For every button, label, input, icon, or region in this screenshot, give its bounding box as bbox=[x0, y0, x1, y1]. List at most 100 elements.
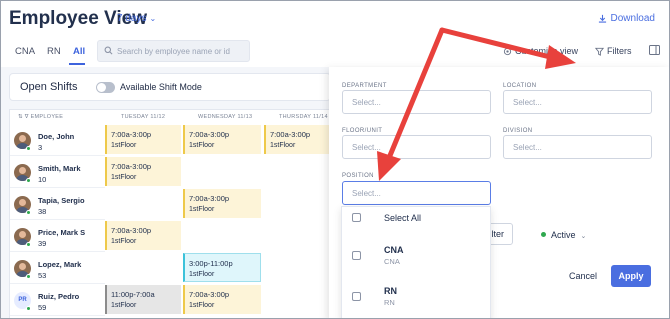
shift-location: 1stFloor bbox=[270, 142, 296, 149]
location-select[interactable]: Select... bbox=[503, 90, 652, 114]
division-select[interactable]: Select... bbox=[503, 135, 652, 159]
shift-block[interactable]: 7:00a-3:00p 1stFloor bbox=[105, 157, 181, 186]
shift-time: 7:00a-3:00p bbox=[189, 194, 230, 203]
filter-small-icon: ∇ bbox=[24, 114, 29, 120]
filters-button[interactable]: Filters bbox=[594, 46, 632, 56]
cancel-button[interactable]: Cancel bbox=[569, 271, 597, 281]
online-status-dot bbox=[26, 178, 31, 183]
active-status-dot bbox=[541, 232, 546, 237]
rn-checkbox[interactable] bbox=[352, 292, 361, 301]
shift-time: 3:00p-11:00p bbox=[189, 259, 233, 268]
filter-icon bbox=[594, 47, 605, 56]
position-dropdown-menu: Select All CNA CNA RN RN bbox=[341, 206, 491, 318]
tab-cna[interactable]: CNA bbox=[15, 46, 35, 57]
shift-block[interactable]: 7:00a-3:00p 1stFloor bbox=[183, 285, 261, 314]
customize-view-button[interactable]: Customize view bbox=[503, 46, 578, 56]
floor-unit-label: FLOOR/UNIT bbox=[342, 128, 383, 134]
employee-name[interactable]: Price, Mark S bbox=[38, 228, 85, 237]
option-label: RN bbox=[384, 286, 397, 296]
shift-block[interactable]: 7:00a-3:00p 1stFloor bbox=[105, 221, 181, 250]
shift-time: 7:00a-3:00p bbox=[111, 130, 152, 139]
location-label: LOCATION bbox=[503, 83, 537, 89]
shift-block[interactable]: 7:00a-3:00p 1stFloor bbox=[183, 125, 261, 154]
tab-all[interactable]: All bbox=[73, 46, 85, 57]
available-shift-mode-toggle[interactable] bbox=[96, 82, 115, 93]
avatar-head bbox=[19, 167, 26, 174]
avatar-head bbox=[19, 231, 26, 238]
search-icon bbox=[104, 46, 113, 55]
search-box[interactable] bbox=[97, 40, 250, 62]
option-select-all[interactable]: Select All bbox=[342, 207, 490, 231]
employee-row[interactable]: Smith, Mark 10 bbox=[10, 156, 105, 188]
department-label: DEPARTMENT bbox=[342, 83, 387, 89]
employee-name[interactable]: Ruiz, Pedro bbox=[38, 292, 79, 301]
cna-checkbox[interactable] bbox=[352, 251, 361, 260]
position-select[interactable]: Select... bbox=[342, 181, 491, 205]
online-status-dot bbox=[26, 306, 31, 311]
shift-block[interactable]: 7:00a-3:00p 1stFloor bbox=[264, 125, 330, 154]
day-header-tuesday: TUESDAY 11/12 bbox=[121, 114, 166, 120]
employee-row[interactable]: Price, Mark S 39 bbox=[10, 220, 105, 252]
filter-ghost-label: lter bbox=[491, 229, 504, 239]
date-range-dropdown[interactable]: 7 days ⌄ bbox=[117, 13, 156, 24]
option-rn[interactable]: RN RN bbox=[342, 279, 490, 313]
employee-row[interactable]: PR Ruiz, Pedro 59 bbox=[10, 284, 105, 316]
division-label: DIVISION bbox=[503, 128, 533, 134]
employee-row[interactable]: Doe, John 3 bbox=[10, 124, 105, 156]
sort-icon: ⇅ bbox=[18, 114, 23, 120]
department-select[interactable]: Select... bbox=[342, 90, 491, 114]
online-status-dot bbox=[26, 274, 31, 279]
download-label: Download bbox=[610, 13, 655, 24]
open-shifts-title: Open Shifts bbox=[20, 81, 78, 93]
employee-row[interactable]: Lopez, Mark 53 bbox=[10, 252, 105, 284]
chevron-down-icon: ⌄ bbox=[149, 14, 157, 23]
shift-time: 7:00a-3:00p bbox=[270, 130, 311, 139]
floor-unit-select[interactable]: Select... bbox=[342, 135, 491, 159]
open-shifts-card: Open Shifts Available Shift Mode bbox=[9, 73, 331, 101]
employee-number: 53 bbox=[38, 271, 47, 280]
side-panel-icon[interactable] bbox=[649, 45, 660, 55]
download-icon bbox=[598, 14, 606, 23]
employee-number: 39 bbox=[38, 239, 47, 248]
active-tab-indicator bbox=[69, 63, 85, 65]
shift-location: 1stFloor bbox=[111, 142, 137, 149]
shift-block[interactable]: 11:00p-7:00a 1stFloor bbox=[105, 285, 181, 314]
employee-number: 3 bbox=[38, 143, 43, 152]
employee-name[interactable]: Doe, John bbox=[38, 132, 74, 141]
employee-name[interactable]: Lopez, Mark bbox=[38, 260, 81, 269]
online-status-dot bbox=[26, 146, 31, 151]
shift-time: 7:00a-3:00p bbox=[189, 130, 230, 139]
shift-time: 7:00a-3:00p bbox=[189, 290, 230, 299]
option-label: CNA bbox=[384, 245, 404, 255]
avatar-head bbox=[19, 263, 26, 270]
tab-rn[interactable]: RN bbox=[47, 46, 61, 57]
online-status-dot bbox=[26, 242, 31, 247]
employee-row[interactable]: Tapia, Sergio 38 bbox=[10, 188, 105, 220]
shift-block[interactable]: 7:00a-3:00p 1stFloor bbox=[105, 125, 181, 154]
position-label: POSITION bbox=[342, 173, 374, 179]
online-status-dot bbox=[26, 210, 31, 215]
shift-block[interactable]: 7:00a-3:00p 1stFloor bbox=[183, 189, 261, 218]
select-all-checkbox[interactable] bbox=[352, 213, 361, 222]
employee-name[interactable]: Smith, Mark bbox=[38, 164, 81, 173]
page-header: Employee View 7 days ⌄ Download bbox=[1, 1, 669, 37]
employee-number: 59 bbox=[38, 303, 47, 312]
location-placeholder: Select... bbox=[513, 98, 542, 107]
option-sublabel: CNA bbox=[384, 257, 400, 266]
shift-location: 1stFloor bbox=[111, 302, 137, 309]
option-cna[interactable]: CNA CNA bbox=[342, 237, 490, 271]
floor-unit-placeholder: Select... bbox=[352, 143, 381, 152]
app-window: Employee View 7 days ⌄ Download CNA RN Al… bbox=[0, 0, 670, 319]
toolbar: CNA RN All Customize view Filters bbox=[1, 37, 669, 67]
shift-block[interactable]: 3:00p-11:00p 1stFloor bbox=[183, 253, 261, 282]
division-placeholder: Select... bbox=[513, 143, 542, 152]
employee-column-header[interactable]: ⇅ ∇ EMPLOYEE bbox=[18, 114, 63, 120]
download-button[interactable]: Download bbox=[598, 13, 655, 24]
employee-number: 10 bbox=[38, 175, 47, 184]
shift-location: 1stFloor bbox=[189, 271, 215, 278]
option-label: Select All bbox=[384, 213, 422, 223]
employee-name[interactable]: Tapia, Sergio bbox=[38, 196, 85, 205]
apply-button[interactable]: Apply bbox=[611, 265, 651, 287]
search-input[interactable] bbox=[117, 44, 247, 59]
status-dropdown[interactable]: Active ⌄ bbox=[541, 230, 586, 240]
